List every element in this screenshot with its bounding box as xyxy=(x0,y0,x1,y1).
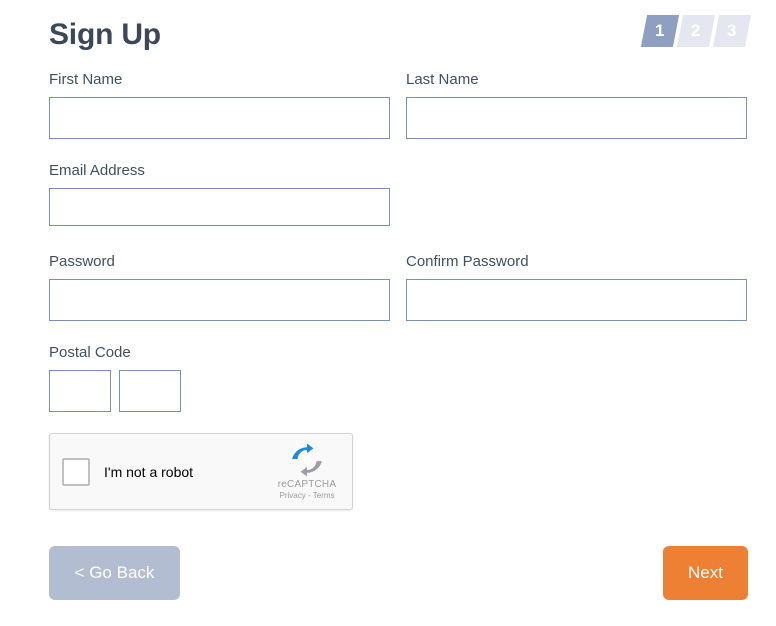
postal-code-input-part1[interactable] xyxy=(49,370,111,412)
confirm-password-input[interactable] xyxy=(406,279,747,321)
next-button[interactable]: Next xyxy=(663,546,748,600)
recaptcha-privacy-terms-links[interactable]: Privacy - Terms xyxy=(268,492,346,500)
step-indicator-item-3[interactable]: 3 xyxy=(712,15,752,47)
password-label: Password xyxy=(49,253,115,270)
field-confirm-password: Confirm Password xyxy=(406,252,747,321)
recaptcha-branding: reCAPTCHA Privacy - Terms xyxy=(268,443,346,500)
last-name-input[interactable] xyxy=(406,97,747,139)
postal-code-group xyxy=(49,370,181,412)
go-back-button[interactable]: < Go Back xyxy=(49,546,180,600)
recaptcha-widget[interactable]: I'm not a robot reCAPTCHA Privacy - Term… xyxy=(49,433,353,510)
email-address-label: Email Address xyxy=(49,162,145,179)
recaptcha-label: I'm not a robot xyxy=(104,463,194,480)
field-last-name: Last Name xyxy=(406,70,747,139)
recaptcha-checkbox[interactable] xyxy=(62,457,90,486)
step-indicator-label-3: 3 xyxy=(727,21,737,40)
step-indicator-item-2[interactable]: 2 xyxy=(676,15,716,47)
field-first-name: First Name xyxy=(49,70,390,139)
field-postal-code: Postal Code xyxy=(49,343,181,412)
recaptcha-brand-label: reCAPTCHA xyxy=(277,479,337,490)
first-name-input[interactable] xyxy=(49,97,390,139)
step-indicator: 1 2 3 xyxy=(640,15,752,47)
email-address-input[interactable] xyxy=(49,188,390,226)
postal-code-input-part2[interactable] xyxy=(119,370,181,412)
recaptcha-logo-icon xyxy=(292,443,322,477)
confirm-password-label: Confirm Password xyxy=(406,253,529,270)
first-name-label: First Name xyxy=(49,71,123,88)
field-email-address: Email Address xyxy=(49,161,390,226)
field-password: Password xyxy=(49,252,390,321)
page-title: Sign Up xyxy=(49,18,161,51)
signup-page: Sign Up 1 2 3 First Name Last Name Email… xyxy=(0,0,776,626)
step-indicator-item-1[interactable]: 1 xyxy=(640,15,680,47)
step-indicator-label-1: 1 xyxy=(655,21,665,40)
last-name-label: Last Name xyxy=(406,71,479,88)
form-footer: < Go Back Next xyxy=(0,546,776,604)
password-input[interactable] xyxy=(49,279,390,321)
page-header: Sign Up 1 2 3 xyxy=(0,0,776,62)
postal-code-label: Postal Code xyxy=(49,344,131,361)
step-indicator-label-2: 2 xyxy=(691,21,701,40)
